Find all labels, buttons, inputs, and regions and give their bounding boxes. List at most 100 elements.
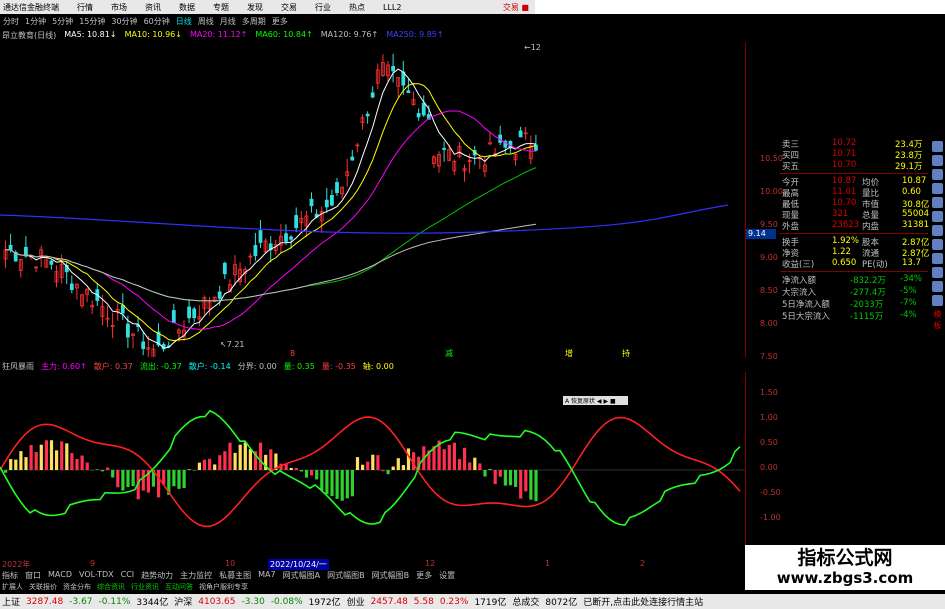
tool-icon[interactable]	[932, 253, 943, 264]
menu-item[interactable]: 发现	[247, 2, 263, 13]
indicator-bar	[141, 470, 145, 491]
indicator-tab[interactable]: 网式幅图B	[372, 570, 410, 582]
period-tab[interactable]: 日线	[176, 16, 192, 27]
indicator-bar	[488, 469, 492, 470]
status-item: 总成交	[512, 598, 540, 608]
date-label: 10	[225, 559, 236, 568]
candle	[126, 323, 130, 338]
status-item: 3287.48	[26, 596, 64, 607]
indicator-tick: 1.50	[760, 388, 778, 397]
ma-line	[5, 167, 537, 302]
info-tab[interactable]: 行业资讯	[131, 582, 159, 593]
period-tab[interactable]: 5分钟	[52, 16, 73, 27]
menu-item[interactable]: LLL2	[383, 3, 401, 12]
indicator-tab[interactable]: 主力监控	[180, 570, 212, 582]
period-tab[interactable]: 月线	[220, 16, 236, 27]
indicator-bar	[468, 462, 472, 470]
period-tab[interactable]: 多周期	[242, 16, 266, 27]
info-tab[interactable]: 资金分布	[63, 582, 91, 593]
period-tab[interactable]: 30分钟	[111, 16, 137, 27]
period-tab[interactable]: 60分钟	[144, 16, 170, 27]
menu-item[interactable]: 行业	[315, 2, 331, 13]
indicator-tab[interactable]: 设置	[439, 570, 455, 582]
info-tab[interactable]: 视角户服利专享	[199, 582, 248, 593]
quote-cell: 10.72	[832, 138, 857, 148]
info-tab[interactable]: 互动问答	[165, 582, 193, 593]
info-tab[interactable]: 关联报价	[29, 582, 57, 593]
info-tab[interactable]: 扩展人	[2, 582, 23, 593]
indicator-bar	[29, 445, 33, 470]
quote-cell: -277.4万	[850, 288, 886, 298]
tool-icon[interactable]	[932, 295, 943, 306]
tool-icon[interactable]	[932, 211, 943, 222]
indicator-tab[interactable]: 网式幅图B	[327, 570, 365, 582]
status-item: 创业	[346, 598, 365, 608]
book-row: 卖三 10.72 23.4万	[780, 138, 928, 150]
stats-row: 收益(三) 0.650 PE(动) 13.7	[780, 258, 928, 270]
indicator-bar	[14, 459, 18, 470]
indicator-tab[interactable]: 趋势动力	[141, 570, 173, 582]
indicator-bar	[202, 459, 207, 470]
indicator-bar	[524, 470, 528, 492]
period-tab[interactable]: 分时	[3, 16, 19, 27]
status-item: 上证	[2, 598, 21, 608]
candle	[324, 199, 329, 208]
restore-popup[interactable]: A 恢复原状 ◀ ▶ ■	[563, 396, 628, 405]
tool-icon[interactable]	[932, 141, 943, 152]
indicator-tab[interactable]: CCI	[121, 570, 135, 582]
menu-item[interactable]: 数据	[179, 2, 195, 13]
ma-label: MA5: 10.81↓	[64, 30, 117, 39]
quote-cell: 5日大宗流入	[782, 312, 830, 322]
menu-item[interactable]: 市场	[111, 2, 127, 13]
indicator-tab[interactable]: 指标	[2, 570, 18, 582]
current-price-tag: 9.14	[746, 229, 776, 239]
ma-legend: 昂立教育(日线) MA5: 10.81↓ MA10: 10.96↓ MA20: 11.…	[0, 30, 444, 42]
tool-icon[interactable]	[932, 225, 943, 236]
indicator-bar	[325, 470, 329, 495]
indicator-chart[interactable]	[0, 372, 745, 557]
indicator-bar	[223, 451, 227, 470]
menu-item[interactable]: 专题	[213, 2, 229, 13]
menu-item[interactable]: 行情	[77, 2, 93, 13]
indicator-tab[interactable]: MACD	[48, 570, 72, 582]
period-tab[interactable]: 周线	[198, 16, 214, 27]
tool-icon[interactable]	[932, 155, 943, 166]
stats-row: 现量 321 总量 55004	[780, 209, 929, 221]
indicator-tab[interactable]: VOL-TDX	[79, 570, 114, 582]
fund-flow-table: 净流入额 -832.2万 -34% 大宗流入 -277.4万 -5% 5日净流入额 -2033…	[780, 274, 928, 322]
tool-icon[interactable]	[932, 281, 943, 292]
period-tab[interactable]: 更多	[272, 16, 288, 27]
status-item: 8072亿	[545, 598, 578, 608]
candle	[141, 341, 146, 350]
quote-cell: -1115万	[850, 312, 884, 322]
date-label: 2	[640, 559, 646, 568]
menu-item[interactable]: 热点	[349, 2, 365, 13]
period-tab[interactable]: 1分钟	[25, 16, 46, 27]
menu-item[interactable]: 资讯	[145, 2, 161, 13]
indicator-axis: 1.50 1.00 0.50 0.00 -0.50 -1.00	[745, 372, 781, 557]
candle	[217, 291, 222, 299]
indicator-tab[interactable]: MA7	[258, 570, 275, 582]
indicator-bar	[70, 453, 74, 470]
info-tab[interactable]: 综合资讯	[97, 582, 125, 593]
period-tab[interactable]: 15分钟	[79, 16, 105, 27]
indicator-bar	[452, 442, 456, 470]
price-chart[interactable]: ←12 ↖7.21 8 减 增 持	[0, 42, 745, 357]
menu-item[interactable]: 交易	[281, 2, 297, 13]
tool-icon[interactable]	[932, 197, 943, 208]
tool-icon[interactable]	[932, 239, 943, 250]
indicator-bar	[213, 464, 217, 470]
tool-icon[interactable]	[932, 183, 943, 194]
candle	[120, 305, 125, 314]
indicator-tab[interactable]: 网式幅图A	[283, 570, 320, 582]
tool-icon[interactable]	[932, 169, 943, 180]
indicator-tab[interactable]: 私募主图	[219, 570, 251, 582]
indicator-bar	[294, 467, 298, 470]
indicator-bar	[304, 470, 309, 478]
tool-icon[interactable]	[932, 267, 943, 278]
candle	[8, 244, 13, 250]
trade-login-button[interactable]: 交易 ■	[503, 2, 529, 13]
indicator-tab[interactable]: 更多	[416, 570, 432, 582]
indicator-bar	[483, 470, 487, 477]
indicator-tab[interactable]: 窗口	[25, 570, 41, 582]
